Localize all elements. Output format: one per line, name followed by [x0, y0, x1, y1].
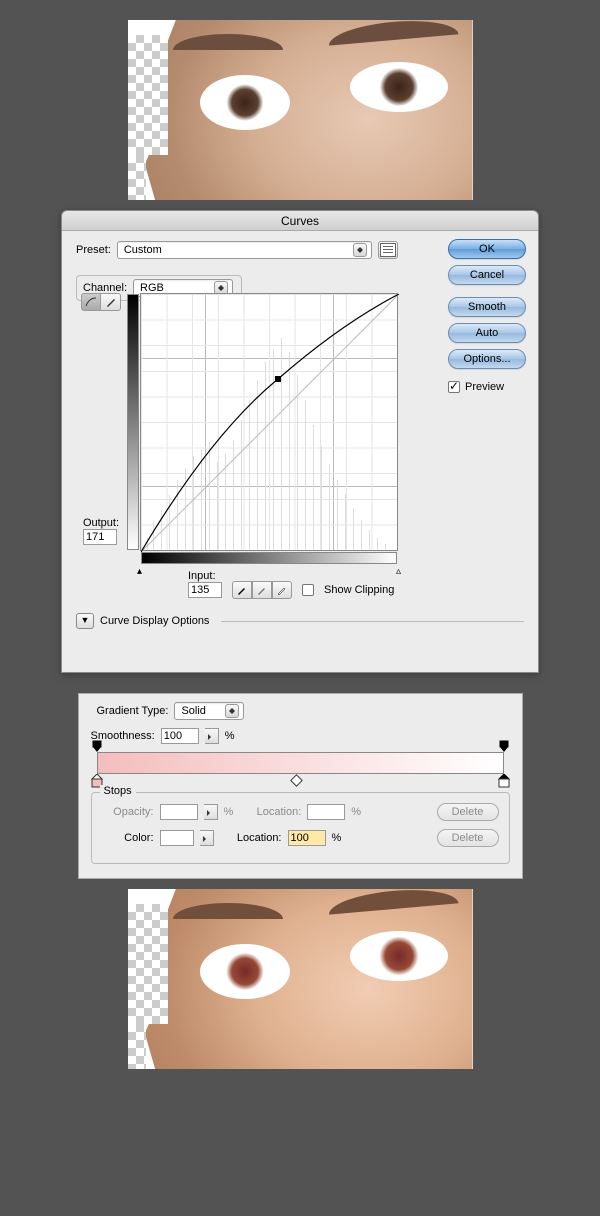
- pencil-tool-button[interactable]: [101, 293, 121, 311]
- preview-checkbox[interactable]: [448, 381, 460, 393]
- curve-tool-button[interactable]: [81, 293, 101, 311]
- image-after: [128, 889, 473, 1069]
- delete-color-stop-button[interactable]: Delete: [437, 829, 499, 847]
- face-area: [128, 20, 473, 200]
- color-location-field[interactable]: 100: [288, 830, 326, 846]
- color-stop-end[interactable]: [498, 774, 510, 788]
- chevron-updown-icon: [353, 243, 367, 257]
- percent-label: %: [224, 806, 234, 818]
- cancel-button[interactable]: Cancel: [448, 265, 526, 285]
- smooth-button[interactable]: Smooth: [448, 297, 526, 317]
- opacity-stepper[interactable]: [204, 804, 218, 820]
- white-point-eyedropper[interactable]: [272, 581, 292, 599]
- curve-display-label: Curve Display Options: [100, 615, 209, 627]
- curves-dialog: Curves Preset: Custom Channel: RGB: [61, 210, 539, 673]
- black-point-eyedropper[interactable]: [232, 581, 252, 599]
- auto-button[interactable]: Auto: [448, 323, 526, 343]
- gradient-midpoint[interactable]: [292, 776, 300, 784]
- gradient-bar[interactable]: [97, 752, 504, 774]
- color-stepper[interactable]: [200, 830, 214, 846]
- transparency-checker: [128, 904, 168, 1024]
- image-before: [128, 20, 473, 200]
- gradient-editor-panel: Gradient Type: Solid Smoothness: 100 % S…: [78, 693, 523, 879]
- dialog-titlebar[interactable]: Curves: [62, 211, 538, 231]
- curves-graph[interactable]: [140, 293, 398, 551]
- gray-point-eyedropper[interactable]: [252, 581, 272, 599]
- chevron-updown-icon: [225, 704, 239, 718]
- eyedropper-icon: [277, 585, 287, 595]
- percent-label: %: [332, 832, 342, 844]
- show-clipping-label: Show Clipping: [324, 584, 394, 596]
- curve-display-disclosure[interactable]: ▼: [76, 613, 94, 629]
- curve-icon: [85, 297, 97, 307]
- input-field[interactable]: 135: [188, 582, 222, 598]
- preset-dropdown[interactable]: Custom: [117, 241, 372, 259]
- color-swatch[interactable]: [160, 830, 194, 846]
- input-gradient-strip: [141, 552, 397, 564]
- transparency-checker: [128, 35, 168, 155]
- preset-value: Custom: [124, 244, 162, 256]
- stops-group: Stops Opacity: % Location: % Delete Colo…: [91, 792, 510, 864]
- color-label: Color:: [102, 832, 154, 844]
- percent-label: %: [225, 730, 235, 742]
- delete-opacity-stop-button[interactable]: Delete: [437, 803, 499, 821]
- menu-icon: [380, 243, 396, 257]
- opacity-location-field[interactable]: [307, 804, 345, 820]
- show-clipping-checkbox[interactable]: [302, 584, 314, 596]
- smoothness-stepper[interactable]: [205, 728, 219, 744]
- ok-button[interactable]: OK: [448, 239, 526, 259]
- input-label: Input:: [188, 570, 222, 582]
- smoothness-field[interactable]: 100: [161, 728, 199, 744]
- transparency-checker: [128, 155, 146, 200]
- opacity-label: Opacity:: [102, 806, 154, 818]
- transparency-checker: [128, 1024, 146, 1069]
- stops-legend: Stops: [100, 785, 136, 797]
- gradient-type-label: Gradient Type:: [97, 705, 169, 717]
- location-label: Location:: [230, 832, 282, 844]
- eyedropper-icon: [257, 585, 267, 595]
- output-field[interactable]: 171: [83, 529, 117, 545]
- opacity-stop-start[interactable]: [92, 740, 102, 750]
- location-label: Location:: [249, 806, 301, 818]
- preview-label: Preview: [465, 381, 504, 393]
- options-button[interactable]: Options...: [448, 349, 526, 369]
- percent-label: %: [351, 806, 361, 818]
- eyedropper-icon: [237, 585, 247, 595]
- preset-label: Preset:: [76, 244, 111, 256]
- face-area: [128, 889, 473, 1069]
- curve-svg: [141, 294, 399, 552]
- output-label: Output:: [83, 517, 119, 529]
- pencil-icon: [106, 297, 116, 307]
- gradient-type-dropdown[interactable]: Solid: [174, 702, 244, 720]
- opacity-stop-end[interactable]: [499, 740, 509, 750]
- preset-menu-button[interactable]: [378, 241, 398, 259]
- opacity-field[interactable]: [160, 804, 198, 820]
- output-gradient-strip: [127, 294, 139, 550]
- gradient-type-value: Solid: [181, 705, 205, 717]
